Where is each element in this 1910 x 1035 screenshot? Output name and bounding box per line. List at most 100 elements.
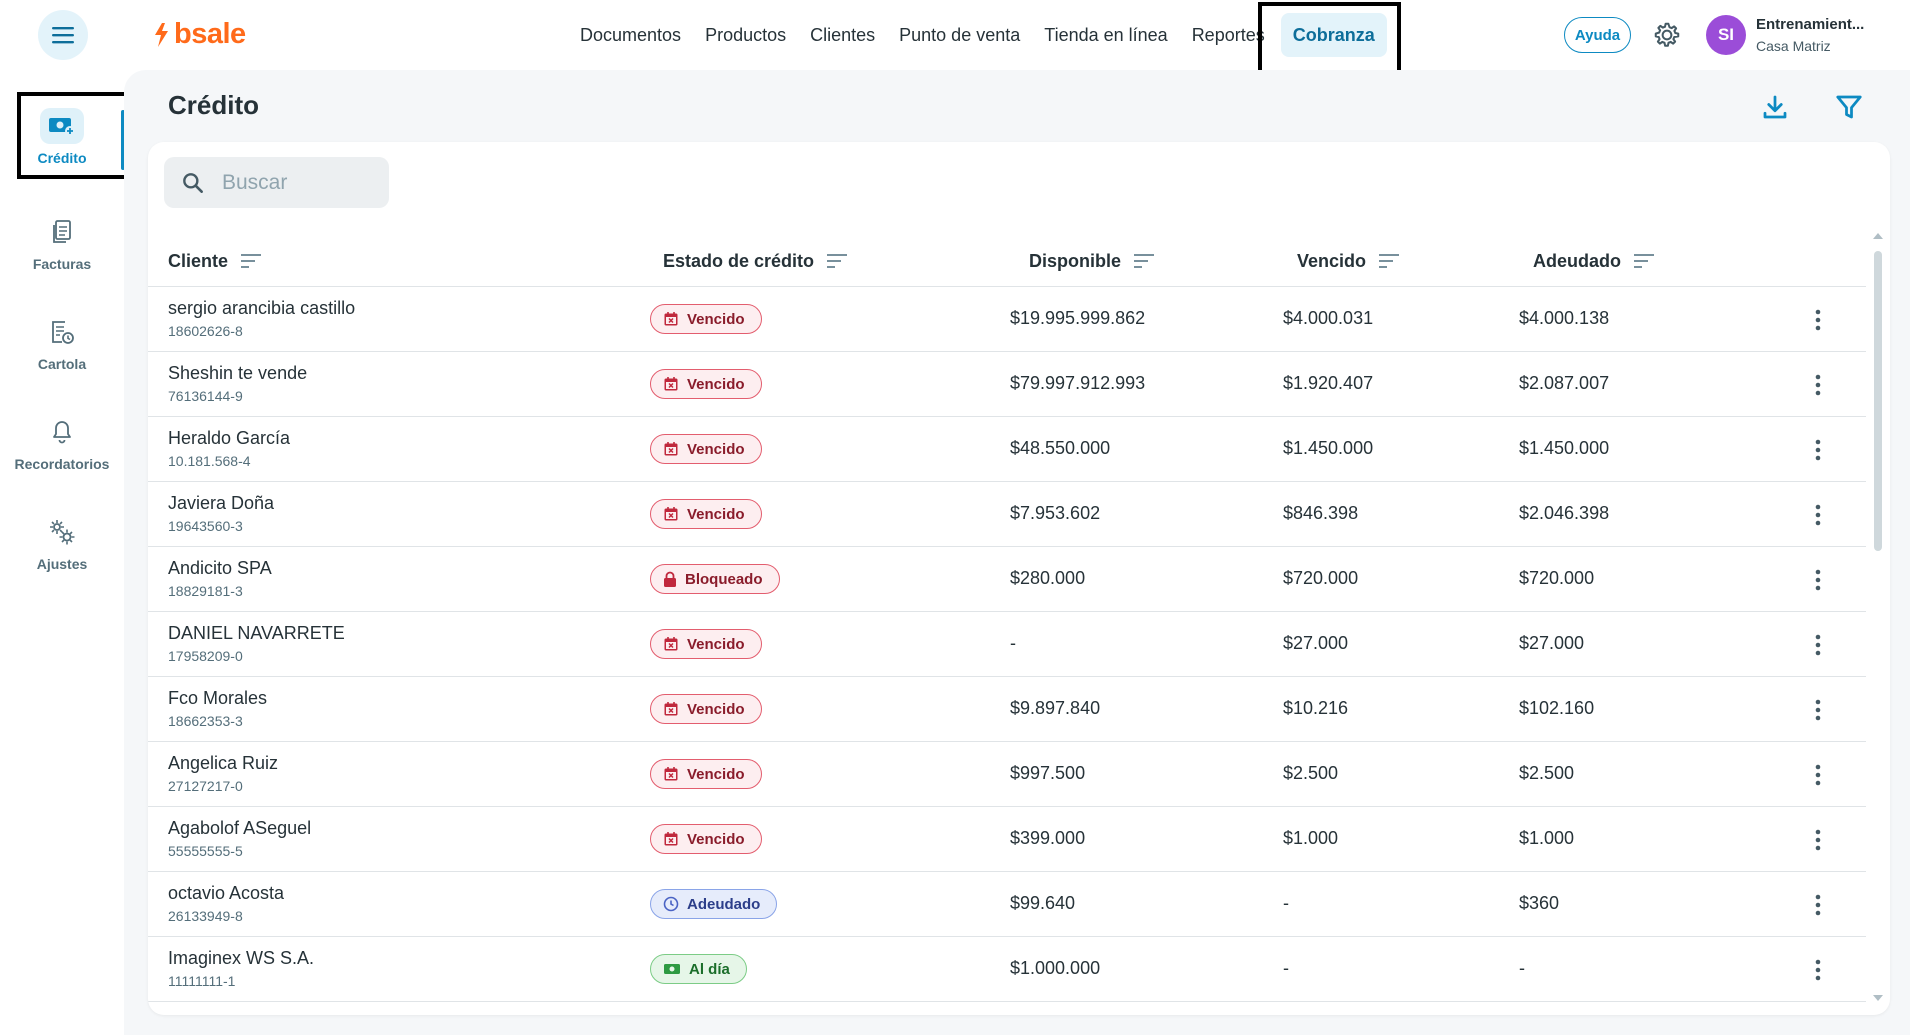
table-row[interactable]: Imaginex WS S.A. 11111111-1 Al día $1.000.0…	[148, 937, 1866, 1002]
nav-clientes[interactable]: Clientes	[798, 13, 887, 57]
row-actions-button[interactable]	[1806, 892, 1830, 918]
client-name[interactable]: sergio arancibia castillo	[168, 298, 355, 319]
table-row[interactable]: Javiera Doña 19643560-3 Vencido $7.953.602 $…	[148, 482, 1866, 547]
bell-icon	[53, 421, 71, 444]
client-name[interactable]: Imaginex WS S.A.	[168, 948, 314, 969]
sidebar-item-facturas[interactable]: Facturas	[0, 214, 124, 272]
client-name[interactable]: octavio Acosta	[168, 883, 284, 904]
row-actions-button[interactable]	[1806, 372, 1830, 398]
search-icon	[183, 172, 203, 193]
sidebar-item-label: Facturas	[32, 256, 92, 272]
row-actions-button[interactable]	[1806, 827, 1830, 853]
vencido-value: $846.398	[1283, 503, 1359, 523]
table-scrollbar[interactable]	[1870, 227, 1884, 1005]
client-name[interactable]: Andicito SPA	[168, 558, 272, 579]
column-header-adeudado[interactable]: Adeudado	[1533, 235, 1655, 287]
sidebar-item-ajustes[interactable]: Ajustes	[0, 514, 124, 572]
adeudado-value: -	[1519, 958, 1525, 978]
client-name[interactable]: Fco Morales	[168, 688, 267, 709]
adeudado-value: $360	[1519, 893, 1560, 913]
table-row[interactable]: Angelica Ruiz 27127217-0 Vencido $997.500 $2…	[148, 742, 1866, 807]
client-name[interactable]: DANIEL NAVARRETE	[168, 623, 345, 644]
more-vertical-icon	[1815, 764, 1821, 786]
cash-icon	[664, 964, 680, 974]
row-actions-button[interactable]	[1806, 957, 1830, 983]
search-input[interactable]	[222, 170, 372, 195]
nav-reportes[interactable]: Reportes	[1180, 13, 1277, 57]
client-name[interactable]: Javiera Doña	[168, 493, 274, 514]
disponible-value: $9.897.840	[1010, 698, 1101, 718]
nav-tienda-en-linea[interactable]: Tienda en línea	[1032, 13, 1179, 57]
sort-icon	[241, 254, 262, 268]
row-actions-button[interactable]	[1806, 697, 1830, 723]
table-row[interactable]: octavio Acosta 26133949-8 Adeudado $99.640 -…	[148, 872, 1866, 937]
vencido-value: $10.216	[1283, 698, 1349, 718]
table-row[interactable]: Agabolof ASeguel 55555555-5 Vencido $399.00…	[148, 807, 1866, 872]
scroll-thumb[interactable]	[1874, 251, 1882, 551]
more-vertical-icon	[1815, 504, 1821, 526]
search-box[interactable]	[164, 157, 389, 208]
nav-productos[interactable]: Productos	[693, 13, 798, 57]
calendar-x-icon	[664, 507, 678, 521]
row-actions-button[interactable]	[1806, 437, 1830, 463]
statement-icon	[52, 321, 74, 344]
money-icon	[49, 118, 75, 136]
sidebar-item-credito[interactable]: Crédito	[0, 108, 124, 166]
client-name[interactable]: Angelica Ruiz	[168, 753, 278, 774]
row-actions-button[interactable]	[1806, 502, 1830, 528]
settings-button[interactable]	[1652, 20, 1682, 50]
table-row[interactable]: DANIEL NAVARRETE 17958209-0 Vencido - $27.00…	[148, 612, 1866, 677]
main-nav: Documentos Productos Clientes Punto de v…	[568, 13, 1387, 57]
client-name[interactable]: Sheshin te vende	[168, 363, 307, 384]
nav-documentos[interactable]: Documentos	[568, 13, 693, 57]
nav-cobranza[interactable]: Cobranza	[1280, 13, 1387, 57]
column-header-vencido[interactable]: Vencido	[1297, 235, 1400, 287]
adeudado-value: $720.000	[1519, 568, 1595, 588]
status-label: Vencido	[687, 830, 745, 848]
client-rut: 26133949-8	[168, 908, 243, 924]
status-label: Vencido	[687, 310, 745, 328]
document-icon	[53, 220, 71, 243]
table-row[interactable]: Sheshin te vende 76136144-9 Vencido $79.997…	[148, 352, 1866, 417]
client-name[interactable]: Agabolof ASeguel	[168, 818, 311, 839]
column-header-estado[interactable]: Estado de crédito	[663, 235, 848, 287]
sidebar-item-cartola[interactable]: Cartola	[0, 314, 124, 372]
row-actions-button[interactable]	[1806, 307, 1830, 333]
table-row[interactable]: Fco Morales 18662353-3 Vencido $9.897.840 $1…	[148, 677, 1866, 742]
table-row[interactable]: sergio arancibia castillo 18602626-8 Venci…	[148, 287, 1866, 352]
table-row[interactable]: Andicito SPA 18829181-3 Bloqueado $280.000 $…	[148, 547, 1866, 612]
sidebar-item-recordatorios[interactable]: Recordatorios	[0, 414, 124, 472]
adeudado-value: $2.046.398	[1519, 503, 1610, 523]
status-label: Adeudado	[687, 895, 761, 913]
calendar-x-icon	[664, 637, 678, 651]
nav-punto-de-venta[interactable]: Punto de venta	[887, 13, 1032, 57]
column-header-disponible[interactable]: Disponible	[1029, 235, 1155, 287]
user-name[interactable]: Entrenamient...	[1756, 16, 1884, 33]
page-title: Crédito	[168, 90, 259, 120]
help-button[interactable]: Ayuda	[1564, 17, 1631, 53]
credit-table-card: Cliente Estado de crédito Disponible Ven…	[148, 142, 1890, 1015]
vencido-value: $1.450.000	[1283, 438, 1374, 458]
hamburger-menu-button[interactable]	[38, 10, 88, 60]
disponible-value: $79.997.912.993	[1010, 373, 1146, 393]
row-actions-button[interactable]	[1806, 632, 1830, 658]
column-label: Vencido	[1297, 250, 1367, 271]
scroll-up-arrow[interactable]	[1873, 233, 1883, 239]
credit-status-badge: Vencido	[650, 759, 762, 789]
filter-icon	[1836, 95, 1862, 119]
scroll-down-arrow[interactable]	[1873, 995, 1883, 1001]
user-avatar[interactable]: SI	[1706, 15, 1746, 55]
download-button[interactable]	[1760, 92, 1790, 122]
bsale-logo[interactable]: bsale	[152, 18, 246, 51]
table-row[interactable]: Heraldo García 10.181.568-4 Vencido $48.550…	[148, 417, 1866, 482]
filter-button[interactable]	[1834, 92, 1864, 122]
calendar-x-icon	[664, 442, 678, 456]
client-name[interactable]: Heraldo García	[168, 428, 290, 449]
sidebar-item-label: Ajustes	[36, 556, 88, 572]
column-label: Cliente	[168, 250, 229, 271]
vencido-value: $1.000	[1283, 828, 1339, 848]
row-actions-button[interactable]	[1806, 567, 1830, 593]
credit-status-badge: Vencido	[650, 304, 762, 334]
row-actions-button[interactable]	[1806, 762, 1830, 788]
column-header-cliente[interactable]: Cliente	[168, 235, 262, 287]
